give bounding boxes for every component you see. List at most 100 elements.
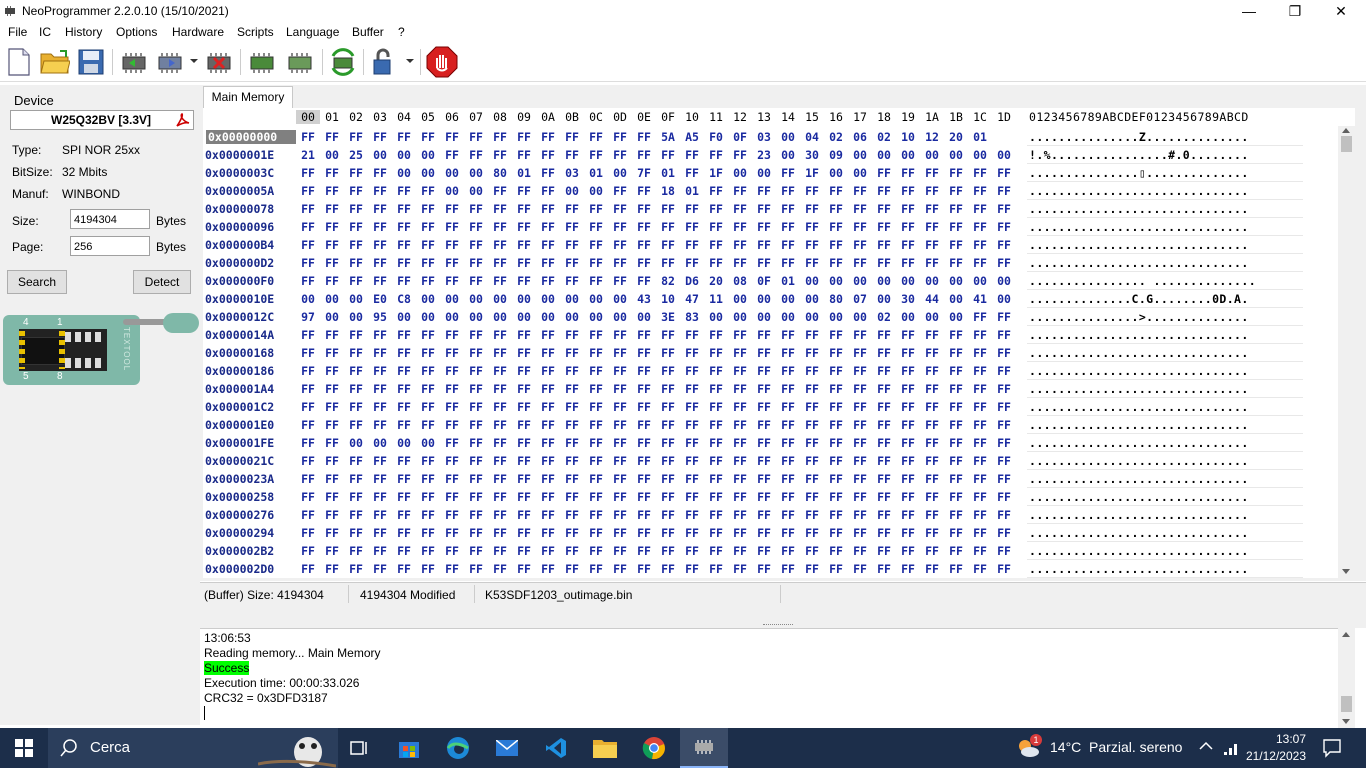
- hex-byte-cell[interactable]: 00: [608, 292, 632, 306]
- hex-byte-cell[interactable]: 30: [800, 148, 824, 162]
- hex-byte-cell[interactable]: 07: [848, 292, 872, 306]
- scroll-up-icon[interactable]: [1342, 128, 1350, 133]
- hex-byte-cell[interactable]: FF: [560, 562, 584, 576]
- hex-row[interactable]: 0x0000010E 00 00 00 E0 C8 00 00 00 00 00 00 00 00 00 43…: [203, 290, 1303, 308]
- hex-byte-cell[interactable]: FF: [944, 256, 968, 270]
- hex-byte-cell[interactable]: FF: [728, 418, 752, 432]
- hex-byte-cell[interactable]: FF: [920, 562, 944, 576]
- hex-byte-cell[interactable]: FF: [800, 418, 824, 432]
- hex-byte-cell[interactable]: FF: [488, 490, 512, 504]
- hex-byte-cell[interactable]: FF: [560, 526, 584, 540]
- hex-byte-cell[interactable]: FF: [560, 256, 584, 270]
- hex-byte-cell[interactable]: FF: [608, 472, 632, 486]
- hex-byte-cell[interactable]: FF: [440, 418, 464, 432]
- hex-row[interactable]: 0x0000012C 97 00 00 95 00 00 00 00 00 00 00 00 00 00 00…: [203, 308, 1303, 326]
- hex-byte-cell[interactable]: FF: [824, 364, 848, 378]
- hex-byte-cell[interactable]: 00: [536, 310, 560, 324]
- hex-byte-cell[interactable]: 00: [800, 310, 824, 324]
- hex-byte-cell[interactable]: 00: [392, 310, 416, 324]
- hex-byte-cell[interactable]: FF: [896, 346, 920, 360]
- hex-byte-cell[interactable]: FF: [296, 346, 320, 360]
- hex-byte-cell[interactable]: 00: [440, 292, 464, 306]
- hex-byte-cell[interactable]: FF: [392, 202, 416, 216]
- hex-byte-cell[interactable]: FF: [464, 148, 488, 162]
- hex-byte-cell[interactable]: FF: [464, 562, 488, 576]
- hex-byte-cell[interactable]: FF: [344, 274, 368, 288]
- hex-byte-cell[interactable]: 00: [632, 310, 656, 324]
- hex-byte-cell[interactable]: FF: [440, 364, 464, 378]
- hex-byte-cell[interactable]: 00: [872, 292, 896, 306]
- hex-byte-cell[interactable]: FF: [296, 220, 320, 234]
- hex-byte-cell[interactable]: 00: [944, 148, 968, 162]
- hex-byte-cell[interactable]: 00: [512, 310, 536, 324]
- hex-byte-cell[interactable]: FF: [920, 454, 944, 468]
- hex-byte-cell[interactable]: FF: [656, 256, 680, 270]
- hex-byte-cell[interactable]: FF: [944, 328, 968, 342]
- hex-byte-cell[interactable]: FF: [992, 490, 1016, 504]
- hex-byte-cell[interactable]: FF: [488, 436, 512, 450]
- hex-byte-cell[interactable]: 04: [800, 130, 824, 144]
- hex-byte-cell[interactable]: FF: [704, 562, 728, 576]
- hex-byte-cell[interactable]: 00: [464, 166, 488, 180]
- menu-help[interactable]: ?: [398, 25, 405, 39]
- hex-byte-cell[interactable]: 00: [608, 166, 632, 180]
- hex-byte-cell[interactable]: 80: [824, 292, 848, 306]
- hex-byte-cell[interactable]: FF: [584, 562, 608, 576]
- hex-byte-cell[interactable]: FF: [752, 238, 776, 252]
- hex-row[interactable]: 0x00000276 FF FF FF FF FF FF FF FF FF FF FF FF FF FF FF…: [203, 506, 1303, 524]
- hex-byte-cell[interactable]: FF: [824, 256, 848, 270]
- hex-byte-cell[interactable]: FF: [368, 544, 392, 558]
- hex-byte-cell[interactable]: FF: [440, 382, 464, 396]
- hex-byte-cell[interactable]: FF: [368, 220, 392, 234]
- hex-byte-cell[interactable]: FF: [848, 400, 872, 414]
- hex-byte-cell[interactable]: FF: [512, 274, 536, 288]
- notifications-icon[interactable]: [1322, 738, 1342, 761]
- hex-row[interactable]: 0x000002B2 FF FF FF FF FF FF FF FF FF FF FF FF FF FF FF…: [203, 542, 1303, 560]
- hex-byte-cell[interactable]: FF: [584, 526, 608, 540]
- hex-row[interactable]: 0x0000014A FF FF FF FF FF FF FF FF FF FF FF FF FF FF FF…: [203, 326, 1303, 344]
- hex-byte-cell[interactable]: FF: [656, 562, 680, 576]
- hex-byte-cell[interactable]: FF: [728, 364, 752, 378]
- hex-byte-cell[interactable]: FF: [776, 418, 800, 432]
- hex-byte-cell[interactable]: FF: [608, 130, 632, 144]
- hex-byte-cell[interactable]: 20: [704, 274, 728, 288]
- scroll-thumb[interactable]: [1341, 136, 1352, 152]
- hex-byte-cell[interactable]: FF: [416, 562, 440, 576]
- hex-byte-cell[interactable]: FF: [656, 346, 680, 360]
- hex-byte-cell[interactable]: FF: [776, 346, 800, 360]
- hex-byte-cell[interactable]: FF: [824, 418, 848, 432]
- hex-row[interactable]: 0x00000258 FF FF FF FF FF FF FF FF FF FF FF FF FF FF FF…: [203, 488, 1303, 506]
- hex-byte-cell[interactable]: FF: [320, 220, 344, 234]
- hex-byte-cell[interactable]: FF: [776, 472, 800, 486]
- hex-byte-cell[interactable]: FF: [440, 562, 464, 576]
- hex-byte-cell[interactable]: 00: [824, 166, 848, 180]
- hex-byte-cell[interactable]: FF: [824, 238, 848, 252]
- hex-byte-cell[interactable]: FF: [872, 508, 896, 522]
- hex-byte-cell[interactable]: FF: [344, 166, 368, 180]
- hex-byte-cell[interactable]: FF: [896, 220, 920, 234]
- hex-byte-cell[interactable]: FF: [320, 490, 344, 504]
- hex-byte-cell[interactable]: FF: [824, 544, 848, 558]
- hex-byte-cell[interactable]: FF: [536, 418, 560, 432]
- detect-button[interactable]: Detect: [133, 270, 191, 294]
- hex-byte-cell[interactable]: FF: [536, 400, 560, 414]
- hex-byte-cell[interactable]: FF: [968, 544, 992, 558]
- hex-byte-cell[interactable]: FF: [656, 490, 680, 504]
- hex-byte-cell[interactable]: FF: [632, 508, 656, 522]
- hex-byte-cell[interactable]: FF: [992, 310, 1016, 324]
- hex-byte-cell[interactable]: FF: [488, 202, 512, 216]
- hex-byte-cell[interactable]: FF: [944, 166, 968, 180]
- hex-byte-cell[interactable]: FF: [728, 328, 752, 342]
- hex-byte-cell[interactable]: FF: [560, 472, 584, 486]
- hex-byte-cell[interactable]: FF: [368, 166, 392, 180]
- hex-byte-cell[interactable]: FF: [632, 490, 656, 504]
- hex-byte-cell[interactable]: FF: [968, 220, 992, 234]
- hex-byte-cell[interactable]: 00: [440, 166, 464, 180]
- hex-byte-cell[interactable]: FF: [632, 526, 656, 540]
- store-icon[interactable]: [385, 728, 433, 768]
- hex-byte-cell[interactable]: FF: [800, 328, 824, 342]
- hex-byte-cell[interactable]: FF: [368, 202, 392, 216]
- hex-byte-cell[interactable]: FF: [368, 526, 392, 540]
- hex-byte-cell[interactable]: 00: [704, 310, 728, 324]
- hex-byte-cell[interactable]: FF: [536, 148, 560, 162]
